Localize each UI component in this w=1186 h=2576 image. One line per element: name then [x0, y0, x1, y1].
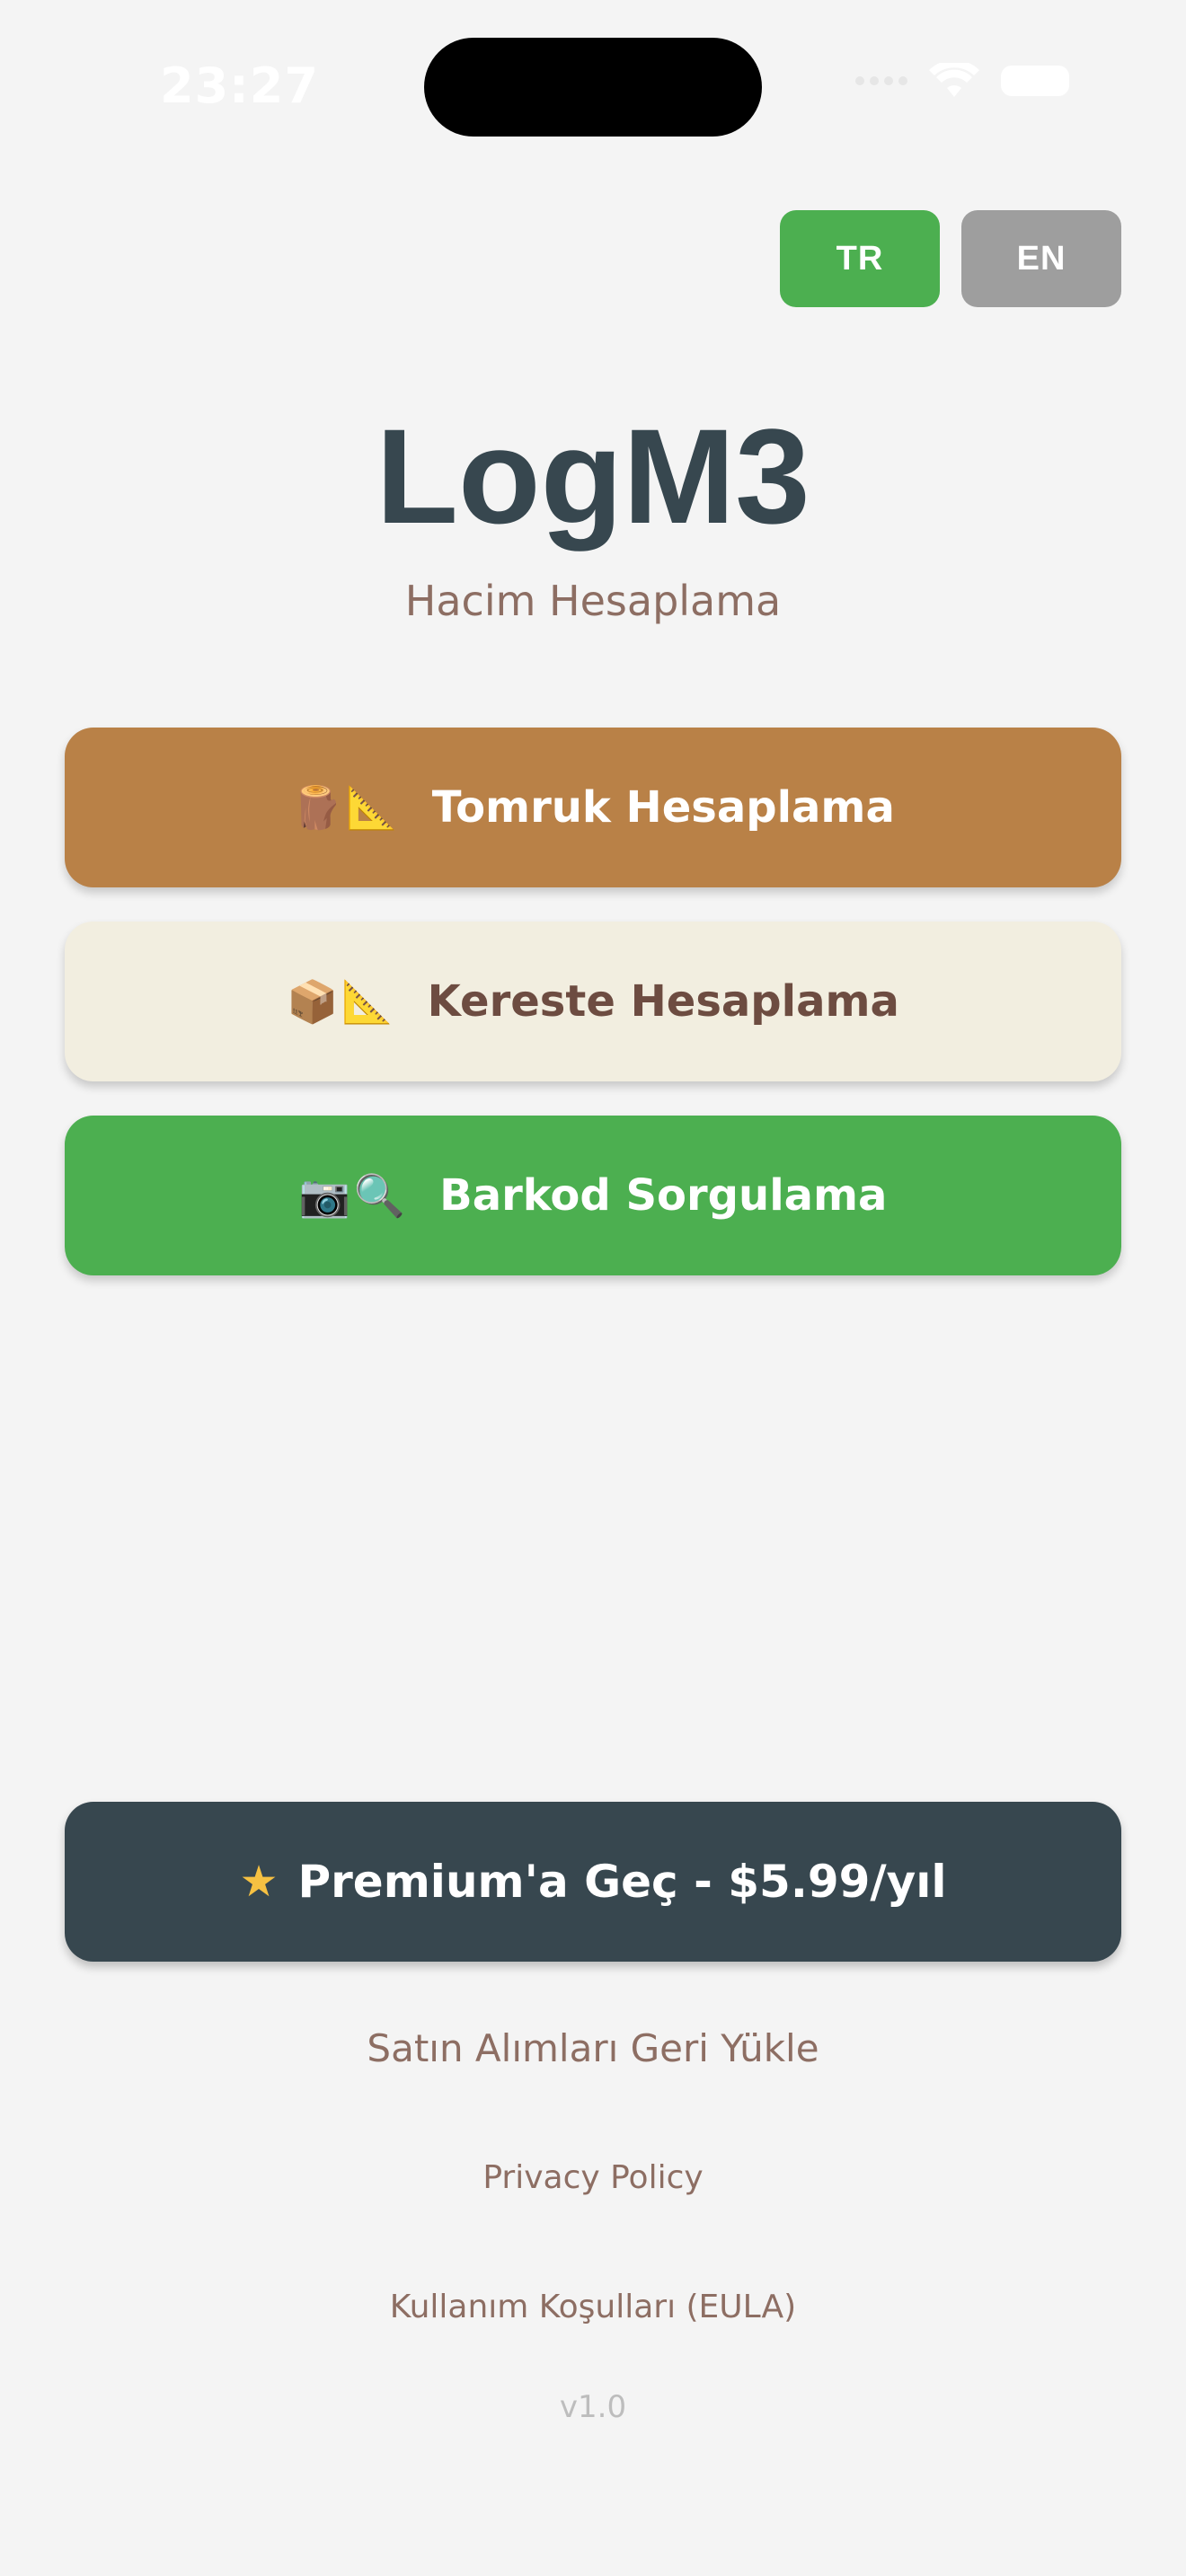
lumber-calculation-button[interactable]: 📦📐 Kereste Hesaplama: [65, 922, 1121, 1081]
status-time: 23:27: [160, 57, 319, 114]
log-calculation-label: Tomruk Hesaplama: [431, 782, 895, 833]
log-calculation-button[interactable]: 🪵📐 Tomruk Hesaplama: [65, 728, 1121, 887]
restore-purchases-link[interactable]: Satın Alımları Geri Yükle: [0, 2026, 1186, 2070]
star-icon: ★: [239, 1857, 279, 1907]
log-ruler-icon: 🪵📐: [291, 782, 402, 832]
language-en-button[interactable]: EN: [961, 210, 1121, 307]
language-switch: TR EN: [780, 210, 1121, 307]
premium-upgrade-label: Premium'a Geç - $5.99/yıl: [297, 1856, 947, 1908]
package-ruler-icon: 📦📐: [287, 976, 397, 1026]
dynamic-island: [424, 38, 762, 137]
barcode-query-button[interactable]: 📷🔍 Barkod Sorgulama: [65, 1116, 1121, 1275]
cellular-signal-icon: [855, 76, 907, 85]
language-tr-button[interactable]: TR: [780, 210, 940, 307]
battery-icon: [1001, 66, 1069, 96]
premium-upgrade-button[interactable]: ★ Premium'a Geç - $5.99/yıl: [65, 1802, 1121, 1962]
app-version: v1.0: [559, 2389, 627, 2425]
eula-link[interactable]: Kullanım Koşulları (EULA): [0, 2289, 1186, 2325]
wifi-icon: [929, 63, 979, 97]
lumber-calculation-label: Kereste Hesaplama: [427, 976, 899, 1027]
camera-search-icon: 📷🔍: [298, 1170, 410, 1220]
privacy-policy-link[interactable]: Privacy Policy: [0, 2159, 1186, 2196]
barcode-query-label: Barkod Sorgulama: [439, 1170, 888, 1221]
status-icons: [855, 63, 1069, 99]
app-subtitle: Hacim Hesaplama: [404, 577, 782, 625]
app-title: LogM3: [376, 401, 810, 551]
